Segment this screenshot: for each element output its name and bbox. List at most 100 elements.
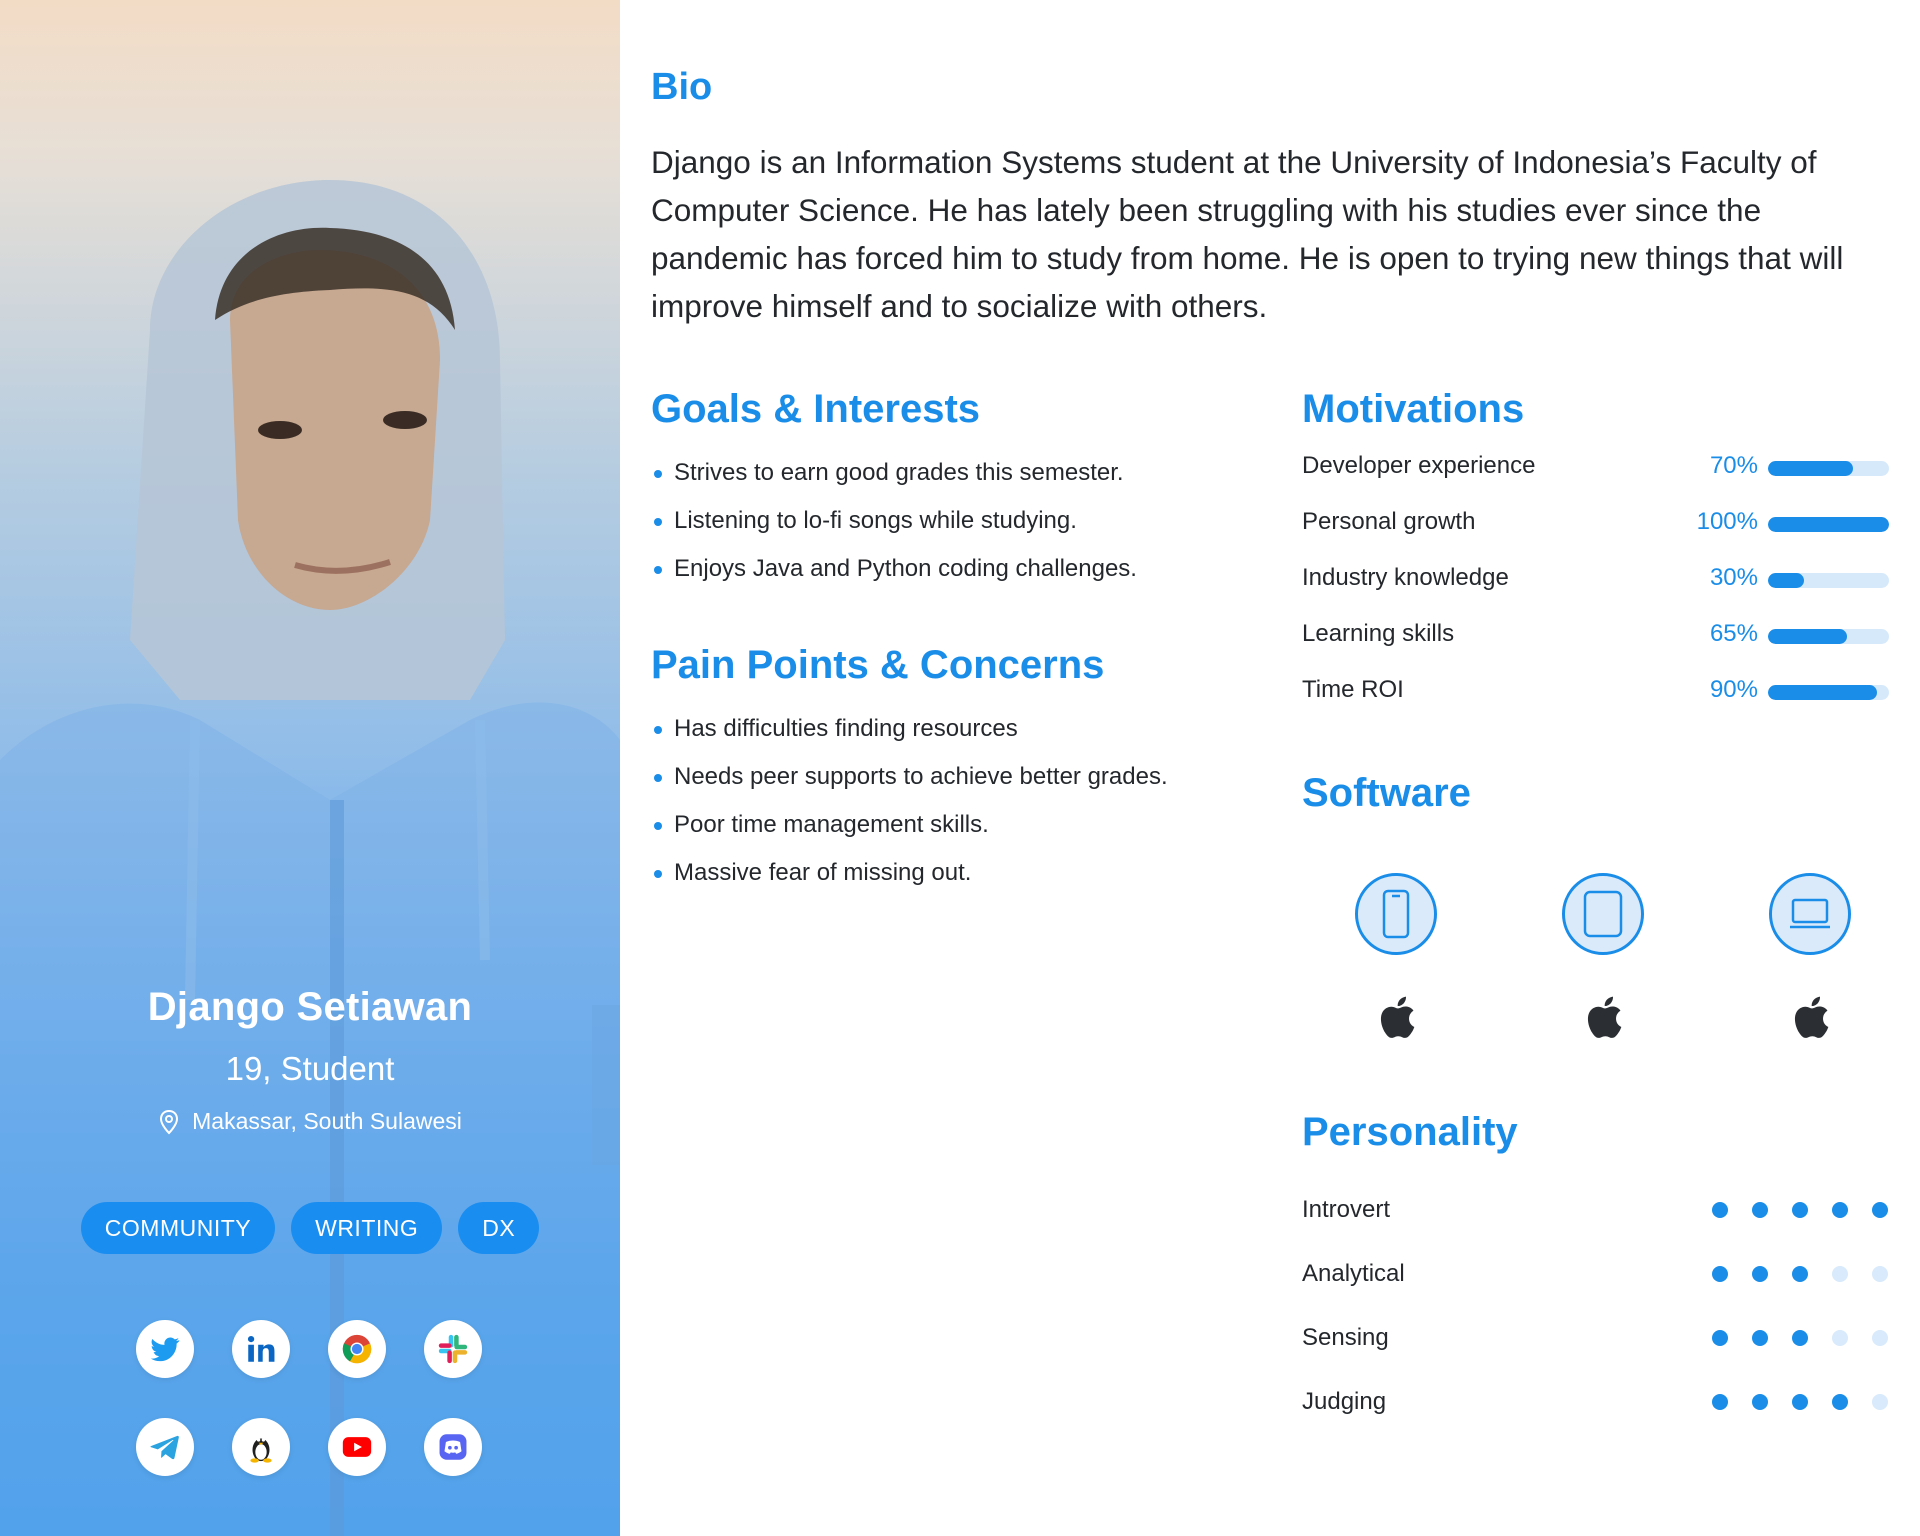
motivation-bar: [1768, 517, 1889, 532]
personality-rating: [1712, 1266, 1888, 1282]
rating-dot-filled: [1752, 1266, 1768, 1282]
persona-name: Django Setiawan: [147, 985, 473, 1029]
twitter-icon[interactable]: [136, 1320, 194, 1378]
motivation-row: Learning skills 65%: [1302, 620, 1892, 676]
motivation-percent: 100%: [1696, 508, 1758, 535]
list-item: Poor time management skills.: [651, 811, 1168, 859]
motivations-heading: Motivations: [1302, 387, 1525, 431]
motivation-label: Time ROI: [1302, 676, 1404, 703]
location-pin-icon: [158, 1109, 180, 1135]
motivation-label: Learning skills: [1302, 620, 1455, 647]
location-text: Makassar, South Sulawesi: [192, 1108, 462, 1134]
chrome-icon[interactable]: [328, 1320, 386, 1378]
rating-dot-filled: [1792, 1266, 1808, 1282]
rating-dot-filled: [1792, 1394, 1808, 1410]
motivation-label: Industry knowledge: [1302, 564, 1509, 591]
rating-dot-empty: [1872, 1394, 1888, 1410]
linux-icon[interactable]: [232, 1418, 290, 1476]
rating-dot-filled: [1712, 1330, 1728, 1346]
personality-label: Judging: [1302, 1388, 1387, 1415]
persona-location: Makassar, South Sulawesi: [0, 1108, 620, 1135]
motivation-bar-fill: [1768, 517, 1889, 532]
persona-role: 19, Student: [225, 1050, 395, 1087]
motivation-percent: 30%: [1709, 564, 1758, 591]
rating-dot-empty: [1872, 1266, 1888, 1282]
motivation-label: Developer experience: [1302, 452, 1536, 479]
youtube-icon[interactable]: [328, 1418, 386, 1476]
software-heading: Software: [1302, 771, 1471, 815]
tablet-icon: [1562, 873, 1644, 955]
motivation-bar: [1768, 685, 1889, 700]
personality-row: Analytical: [1302, 1260, 1902, 1324]
rating-dot-filled: [1832, 1202, 1848, 1218]
tag-dx[interactable]: DX: [458, 1202, 540, 1254]
motivation-bar-fill: [1768, 461, 1853, 476]
motivation-percent: 65%: [1709, 620, 1758, 647]
rating-dot-empty: [1872, 1330, 1888, 1346]
list-item: Listening to lo-fi songs while studying.: [651, 507, 1137, 555]
bio-heading: Bio: [651, 66, 713, 108]
apple-icon: [1380, 996, 1415, 1038]
rating-dot-filled: [1872, 1202, 1888, 1218]
device-phone: [1355, 873, 1437, 1041]
device-laptop: [1769, 873, 1851, 1041]
apple-icon: [1794, 996, 1829, 1038]
discord-icon[interactable]: [424, 1418, 482, 1476]
list-item: Strives to earn good grades this semeste…: [651, 459, 1137, 507]
rating-dot-filled: [1712, 1202, 1728, 1218]
motivation-row: Time ROI 90%: [1302, 676, 1892, 732]
phone-icon: [1355, 873, 1437, 955]
motivation-row: Industry knowledge 30%: [1302, 564, 1892, 620]
slack-icon[interactable]: [424, 1320, 482, 1378]
pain-points-list: Has difficulties finding resources Needs…: [651, 715, 1168, 907]
rating-dot-empty: [1832, 1330, 1848, 1346]
rating-dot-empty: [1832, 1266, 1848, 1282]
motivation-bar-fill: [1768, 685, 1877, 700]
goals-list: Strives to earn good grades this semeste…: [651, 459, 1137, 603]
personality-rating: [1712, 1202, 1888, 1218]
personality-rating: [1712, 1330, 1888, 1346]
personality-label: Sensing: [1302, 1324, 1389, 1351]
linkedin-icon[interactable]: [232, 1320, 290, 1378]
personality-row: Sensing: [1302, 1324, 1902, 1388]
motivation-bar-fill: [1768, 629, 1847, 644]
personality-row: Introvert: [1302, 1196, 1902, 1260]
rating-dot-filled: [1712, 1394, 1728, 1410]
motivation-bar: [1768, 461, 1889, 476]
list-item: Has difficulties finding resources: [651, 715, 1168, 763]
personality-label: Introvert: [1302, 1196, 1391, 1223]
software-devices: [1355, 873, 1851, 1041]
motivation-percent: 90%: [1709, 676, 1758, 703]
rating-dot-filled: [1752, 1330, 1768, 1346]
rating-dot-filled: [1832, 1394, 1848, 1410]
telegram-icon[interactable]: [136, 1418, 194, 1476]
personality-list: Introvert Analytical Sensing Judging: [1302, 1196, 1902, 1452]
personality-label: Analytical: [1302, 1260, 1405, 1287]
personality-rating: [1712, 1394, 1888, 1410]
list-item: Massive fear of missing out.: [651, 859, 1168, 907]
laptop-icon: [1769, 873, 1851, 955]
device-tablet: [1562, 873, 1644, 1041]
motivation-bar-fill: [1768, 573, 1805, 588]
apple-icon: [1587, 996, 1622, 1038]
tag-writing[interactable]: WRITING: [291, 1202, 443, 1254]
motivation-bar: [1768, 629, 1889, 644]
social-links: [136, 1320, 486, 1476]
goals-heading: Goals & Interests: [651, 387, 981, 431]
motivation-row: Developer experience 70%: [1302, 452, 1892, 508]
rating-dot-filled: [1792, 1330, 1808, 1346]
personality-heading: Personality: [1302, 1110, 1518, 1154]
personality-row: Judging: [1302, 1388, 1902, 1452]
rating-dot-filled: [1752, 1202, 1768, 1218]
profile-photo: [0, 180, 620, 1536]
profile-panel: Django Setiawan 19, Student Makassar, So…: [0, 0, 620, 1536]
motivations-list: Developer experience 70% Personal growth…: [1302, 452, 1892, 732]
rating-dot-filled: [1712, 1266, 1728, 1282]
pain-points-heading: Pain Points & Concerns: [651, 643, 1105, 687]
motivation-bar: [1768, 573, 1889, 588]
tag-community[interactable]: COMMUNITY: [80, 1202, 276, 1254]
bio-text: Django is an Information Systems student…: [651, 144, 1844, 324]
motivation-label: Personal growth: [1302, 508, 1476, 535]
rating-dot-filled: [1792, 1202, 1808, 1218]
motivation-row: Personal growth 100%: [1302, 508, 1892, 564]
